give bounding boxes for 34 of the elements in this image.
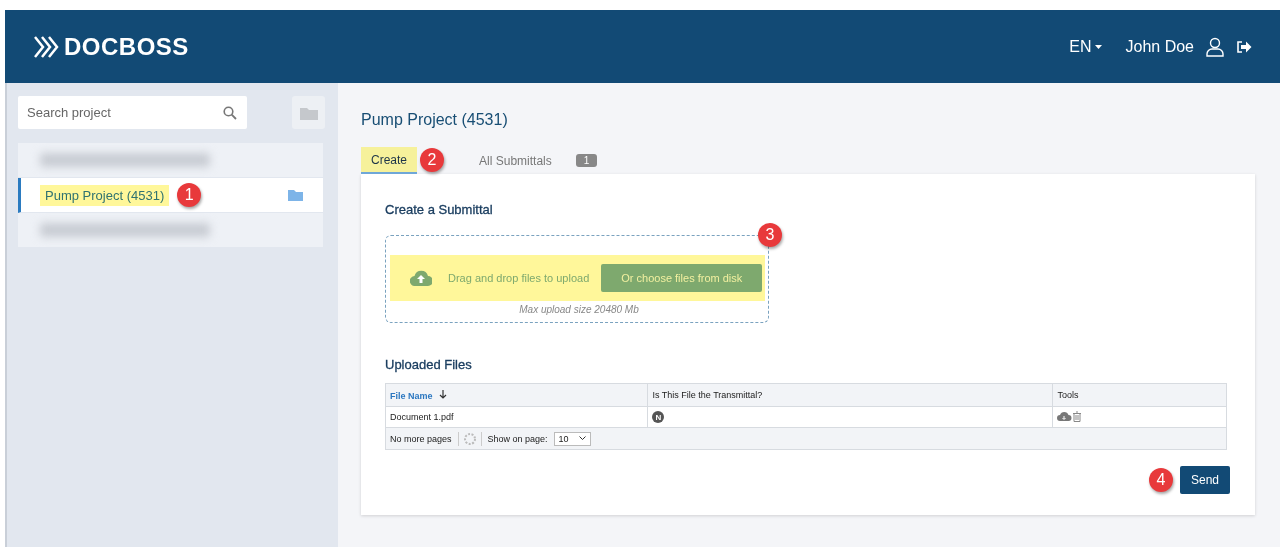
column-header[interactable]: Tools — [1052, 383, 1227, 407]
upload-size-note: Max upload size 20480 Mb — [518, 304, 640, 315]
count-badge: 1 — [575, 154, 598, 167]
page-size-dropdown[interactable]: 10 — [553, 431, 591, 446]
search-icon — [223, 106, 237, 120]
column-header[interactable]: Is This File the Transmittal? — [647, 383, 1053, 407]
send-button[interactable]: Send — [1179, 466, 1230, 494]
page-title: Pump Project (4531) — [361, 111, 509, 129]
logo: DOCBOSS — [32, 32, 189, 61]
language-selector[interactable]: EN — [1069, 37, 1102, 56]
logout-icon[interactable] — [1236, 39, 1252, 54]
column-header[interactable]: File Name — [385, 383, 648, 407]
transmittal-toggle[interactable]: N — [652, 411, 665, 423]
tab[interactable]: Create — [361, 147, 418, 174]
sort-arrow-icon — [438, 389, 447, 399]
folder-icon — [299, 105, 318, 120]
project-item[interactable]: Pump Project (4531) — [40, 184, 170, 206]
section-title: Create a Submittal — [385, 202, 494, 217]
user-name[interactable]: John Doe — [1125, 37, 1194, 56]
chevron-down-icon — [578, 436, 586, 441]
caret-icon — [1094, 44, 1102, 49]
user-icon[interactable] — [1206, 36, 1224, 57]
page-size-label: Show on page: — [487, 433, 548, 444]
search-field[interactable]: Search project — [18, 96, 247, 129]
section-title: Uploaded Files — [385, 357, 473, 372]
cloud-upload-icon — [410, 270, 432, 286]
table-cell: Document 1.pdf — [385, 406, 648, 428]
callout-number: 1 — [177, 183, 202, 207]
drop-prompt: Drag and drop files to upload — [448, 272, 590, 284]
callout-number: 4 — [1148, 468, 1173, 492]
tab[interactable]: All Submittals 1 — [444, 147, 613, 174]
pager-status: No more pages — [390, 433, 452, 444]
callout-number: 3 — [758, 223, 782, 247]
callout-number: 2 — [420, 148, 445, 172]
